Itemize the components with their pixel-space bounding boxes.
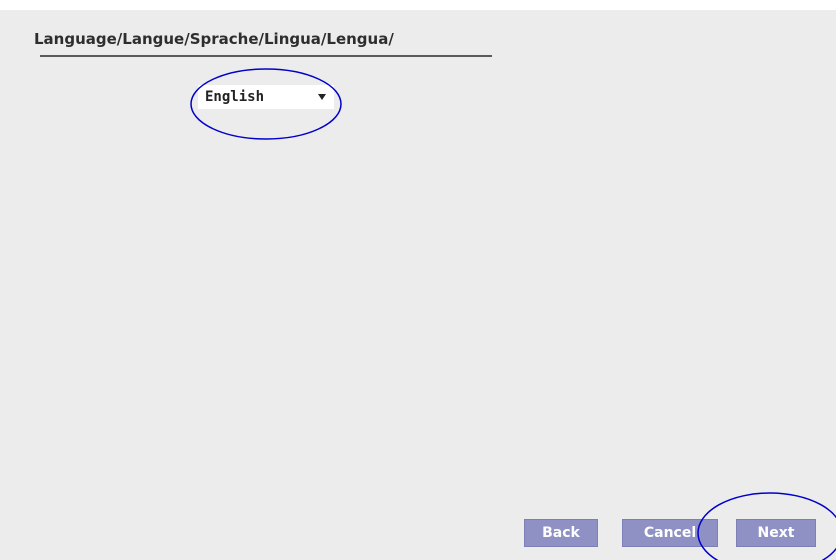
dropdown-arrow-icon — [318, 94, 326, 100]
language-dropdown-value: English — [205, 89, 265, 105]
back-button[interactable]: Back — [524, 519, 598, 547]
page-title: Language/Langue/Sprache/Lingua/Lengua/ — [34, 30, 394, 48]
title-underline — [40, 55, 492, 57]
language-dropdown[interactable]: English — [198, 85, 334, 109]
wizard-panel: Language/Langue/Sprache/Lingua/Lengua/ E… — [0, 10, 836, 560]
next-button[interactable]: Next — [736, 519, 816, 547]
cancel-button[interactable]: Cancel — [622, 519, 718, 547]
